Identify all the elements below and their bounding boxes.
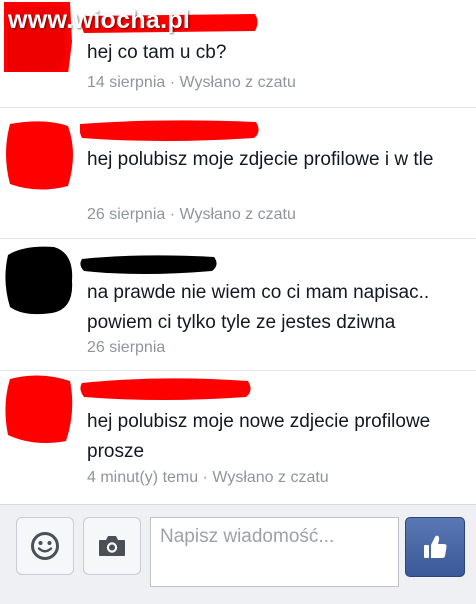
meta-separator: ·: [165, 206, 180, 223]
message-meta: 4 minut(y) temu · Wysłano z czatu: [87, 469, 329, 487]
message-source: Wysłano z czatu: [179, 74, 296, 91]
avatar-redacted[interactable]: [4, 245, 74, 315]
message-text: na prawde nie wiem co ci mam napisac.. p…: [87, 282, 430, 333]
message-time: 4 minut(y) temu: [87, 469, 199, 486]
message-thread[interactable]: hej co tam u cb? 14 sierpnia · Wysłano z…: [0, 0, 476, 504]
message-meta: 26 sierpnia: [87, 339, 165, 357]
watermark: www.wiocha.pl: [8, 6, 191, 34]
name-redacted: [80, 375, 252, 401]
thumbs-up-icon: [424, 535, 447, 558]
camera-button[interactable]: [83, 517, 141, 575]
message-4: hej polubisz moje nowe zdjecie profilowe…: [0, 371, 476, 503]
message-input[interactable]: [150, 517, 399, 587]
message-text: hej polubisz moje zdjecie profilowe i w …: [87, 149, 434, 170]
message-text: hej polubisz moje nowe zdjecie profilowe…: [87, 411, 431, 462]
smiley-icon: [31, 532, 59, 560]
message-time: 14 sierpnia: [87, 74, 166, 91]
message-meta: 14 sierpnia · Wysłano z czatu: [87, 74, 296, 92]
message-text: hej co tam u cb?: [87, 42, 227, 63]
name-redacted: [80, 253, 220, 275]
composer-bar: [0, 504, 476, 604]
camera-icon: [99, 536, 125, 556]
chat-screen: www.wiocha.pl hej co tam u cb? 14 sierpn…: [0, 0, 476, 604]
avatar-redacted[interactable]: [4, 120, 74, 190]
message-source: Wysłano z czatu: [179, 206, 296, 223]
emoji-button[interactable]: [16, 517, 74, 575]
message-time: 26 sierpnia: [87, 339, 166, 356]
avatar-redacted[interactable]: [4, 373, 74, 443]
message-time: 26 sierpnia: [87, 206, 166, 223]
message-2: hej polubisz moje zdjecie profilowe i w …: [0, 108, 476, 239]
message-3: na prawde nie wiem co ci mam napisac.. p…: [0, 239, 476, 371]
meta-separator: ·: [165, 74, 180, 91]
message-source: Wysłano z czatu: [212, 469, 329, 486]
message-meta: 26 sierpnia · Wysłano z czatu: [87, 206, 296, 224]
like-button[interactable]: [405, 517, 465, 577]
meta-separator: ·: [198, 469, 213, 486]
name-redacted: [80, 118, 260, 142]
